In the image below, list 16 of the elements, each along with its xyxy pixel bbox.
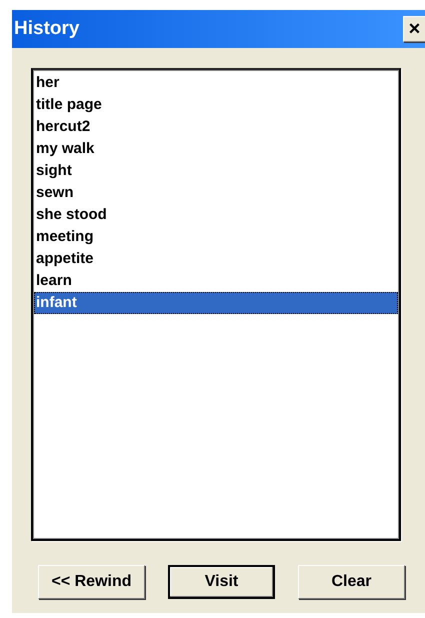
history-item[interactable]: appetite — [34, 248, 398, 270]
window-title: History — [13, 18, 80, 40]
history-item[interactable]: sight — [34, 160, 398, 182]
history-item[interactable]: she stood — [34, 204, 398, 226]
history-item[interactable]: hercut2 — [34, 116, 398, 138]
dialog-button[interactable]: << Rewind — [38, 565, 145, 599]
history-item[interactable]: her — [34, 72, 398, 94]
close-button[interactable]: × — [403, 16, 425, 42]
dialog-button[interactable]: Visit — [168, 565, 275, 599]
history-item[interactable]: sewn — [34, 182, 398, 204]
history-item[interactable]: infant — [34, 292, 398, 314]
history-item[interactable]: my walk — [34, 138, 398, 160]
history-item[interactable]: meeting — [34, 226, 398, 248]
history-item[interactable]: learn — [34, 270, 398, 292]
history-item[interactable]: title page — [34, 94, 398, 116]
dialog-button[interactable]: Clear — [298, 565, 405, 599]
